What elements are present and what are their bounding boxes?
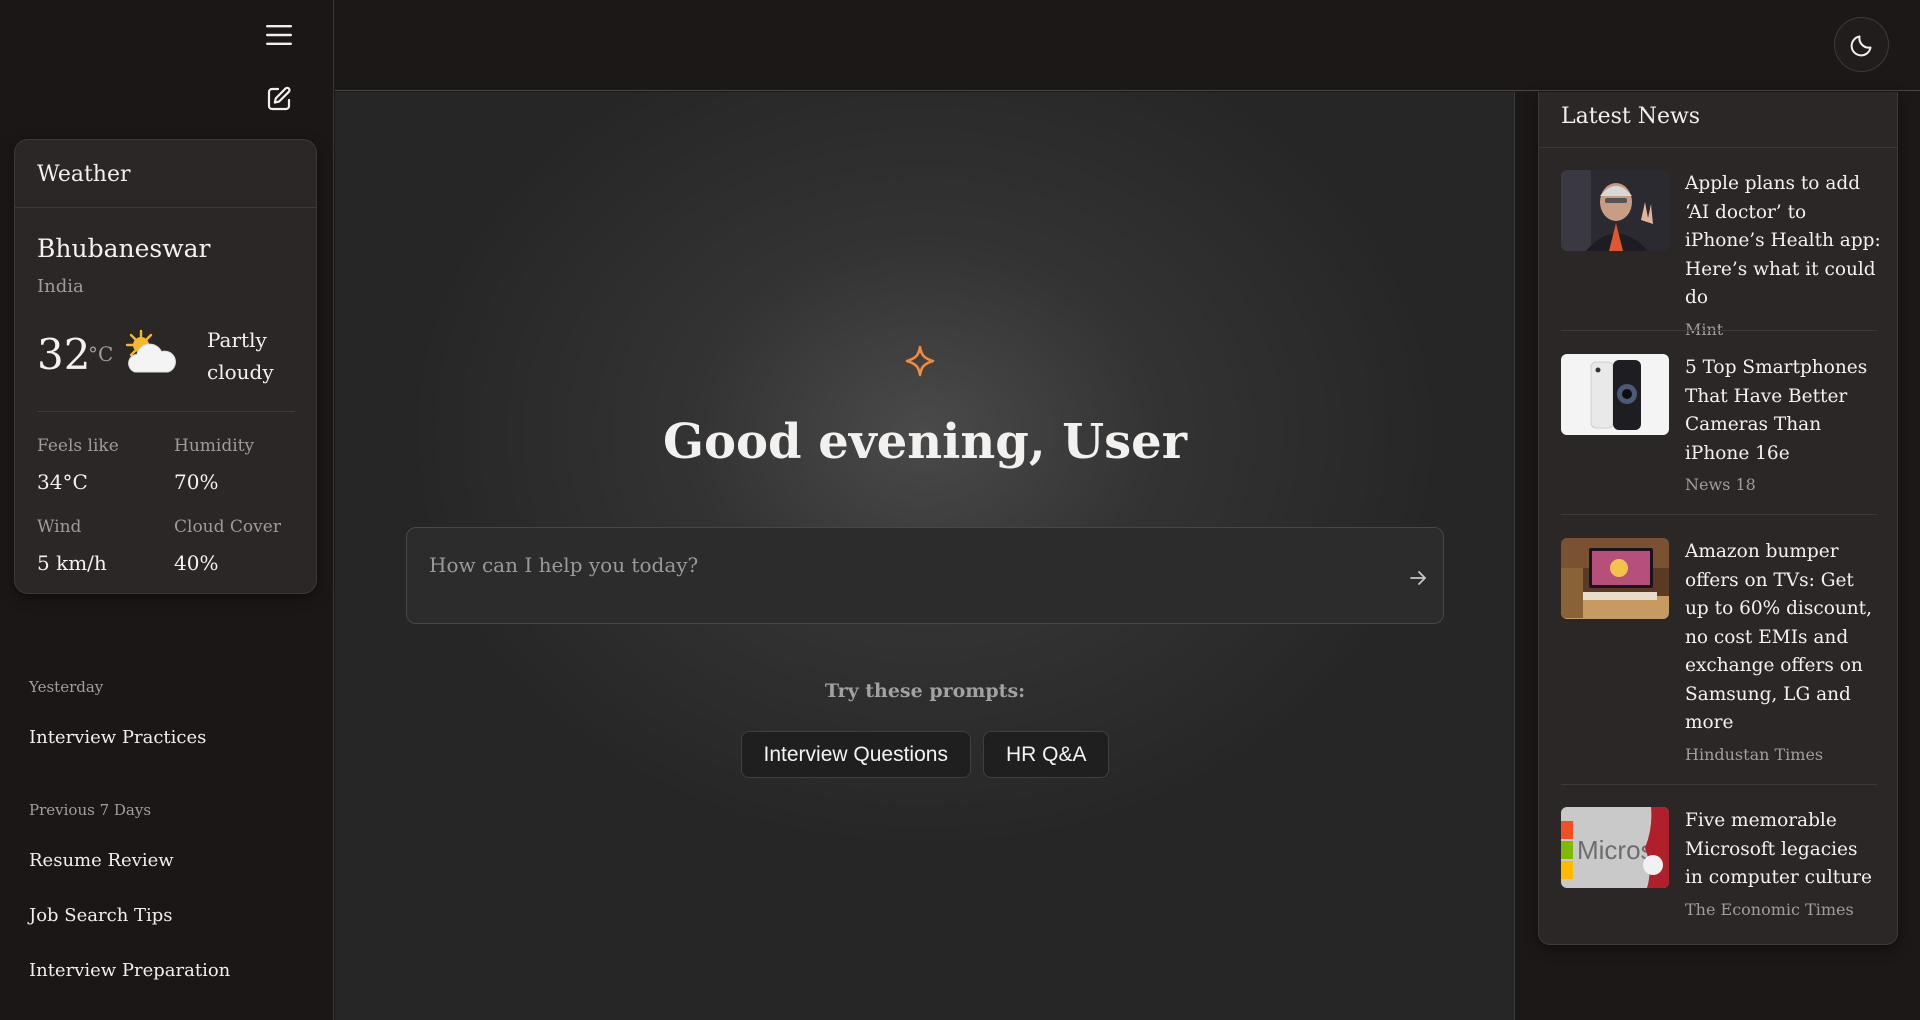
chat-main: Good evening, User Try these prompts: In… [335, 92, 1515, 1020]
news-title: Amazon bumper offers on TVs: Get up to 6… [1685, 541, 1872, 733]
humidity-stat: Humidity 70% [174, 436, 294, 494]
chat-input[interactable] [429, 550, 1329, 580]
cloud-cover-stat: Cloud Cover 40% [174, 517, 294, 575]
news-title: 5 Top Smartphones That Have Better Camer… [1685, 357, 1868, 464]
news-divider [1561, 330, 1877, 331]
chat-input-box [406, 527, 1444, 624]
weather-country: India [37, 276, 84, 297]
news-title: Five memorable Microsoft legacies in com… [1685, 810, 1872, 888]
news-text: Amazon bumper offers on TVs: Get up to 6… [1685, 538, 1881, 764]
history-section-previous-7-days: Previous 7 Days [29, 801, 152, 819]
arrow-right-icon [1410, 571, 1426, 585]
news-thumbnail [1561, 538, 1669, 619]
app: Weather Bhubaneswar India 32 °C Partly c… [0, 0, 1920, 1020]
cloud-cover-label: Cloud Cover [174, 517, 281, 537]
news-divider [1561, 514, 1877, 515]
humidity-value: 70% [174, 470, 219, 494]
wind-stat: Wind 5 km/h [37, 517, 157, 575]
weather-divider [37, 411, 295, 412]
history-item[interactable]: Resume Review [29, 850, 174, 871]
greeting-heading: Good evening, User [663, 414, 1187, 470]
weather-title: Weather [15, 140, 316, 208]
wind-label: Wind [37, 517, 82, 537]
edit-icon [267, 86, 291, 111]
top-bar [335, 0, 1920, 91]
weather-condition: Partly cloudy [207, 328, 274, 384]
news-thumbnail [1561, 354, 1669, 435]
history-item[interactable]: Interview Practices [29, 727, 206, 748]
news-source: The Economic Times [1685, 899, 1854, 919]
feels-like-label: Feels like [37, 436, 119, 456]
partly-cloudy-icon [125, 329, 176, 373]
news-thumbnail: Microsoft [1561, 807, 1669, 888]
prompt-chip-hr-qa[interactable]: HR Q&A [982, 731, 1110, 778]
news-panel: Latest News Apple plans to add ‘AI docto… [1538, 92, 1898, 945]
temperature-unit: °C [88, 342, 114, 366]
temperature-value: 32 [37, 330, 91, 379]
history-section-yesterday: Yesterday [29, 678, 104, 696]
news-title: Apple plans to add ‘AI doctor’ to iPhone… [1685, 173, 1881, 308]
feels-like-stat: Feels like 34°C [37, 436, 157, 494]
hamburger-menu-icon [266, 25, 292, 45]
feels-like-value: 34°C [37, 470, 88, 494]
news-divider [1561, 784, 1877, 785]
sparkle-icon [905, 345, 935, 377]
news-source: News 18 [1685, 475, 1756, 494]
new-chat-button[interactable] [260, 80, 298, 118]
news-text: Five memorable Microsoft legacies in com… [1685, 807, 1881, 919]
moon-icon [1850, 35, 1871, 56]
news-text: Apple plans to add ‘AI doctor’ to iPhone… [1685, 170, 1881, 339]
news-source: Mint [1685, 319, 1724, 339]
news-panel-title: Latest News [1539, 92, 1897, 148]
news-source: Hindustan Times [1685, 744, 1824, 764]
send-button[interactable] [1407, 568, 1429, 588]
theme-toggle-button[interactable] [1834, 17, 1889, 72]
history-item[interactable]: Interview Preparation [29, 960, 230, 981]
history-item[interactable]: Job Search Tips [29, 905, 173, 926]
temperature-row: 32 °C Partly cloudy [37, 324, 297, 384]
cloud-cover-value: 40% [174, 551, 219, 575]
humidity-label: Humidity [174, 436, 255, 456]
weather-card: Weather Bhubaneswar India 32 °C Partly c… [14, 139, 317, 594]
weather-city: Bhubaneswar [37, 234, 211, 263]
prompt-chip-interview-questions[interactable]: Interview Questions [740, 731, 971, 778]
news-thumbnail [1561, 170, 1669, 251]
prompt-suggestions: Interview Questions HR Q&A [335, 731, 1515, 778]
sidebar: Weather Bhubaneswar India 32 °C Partly c… [0, 0, 334, 1020]
wind-value: 5 km/h [37, 551, 107, 575]
menu-button[interactable] [260, 18, 298, 52]
news-text: 5 Top Smartphones That Have Better Camer… [1685, 354, 1881, 494]
try-prompts-label: Try these prompts: [824, 680, 1026, 702]
